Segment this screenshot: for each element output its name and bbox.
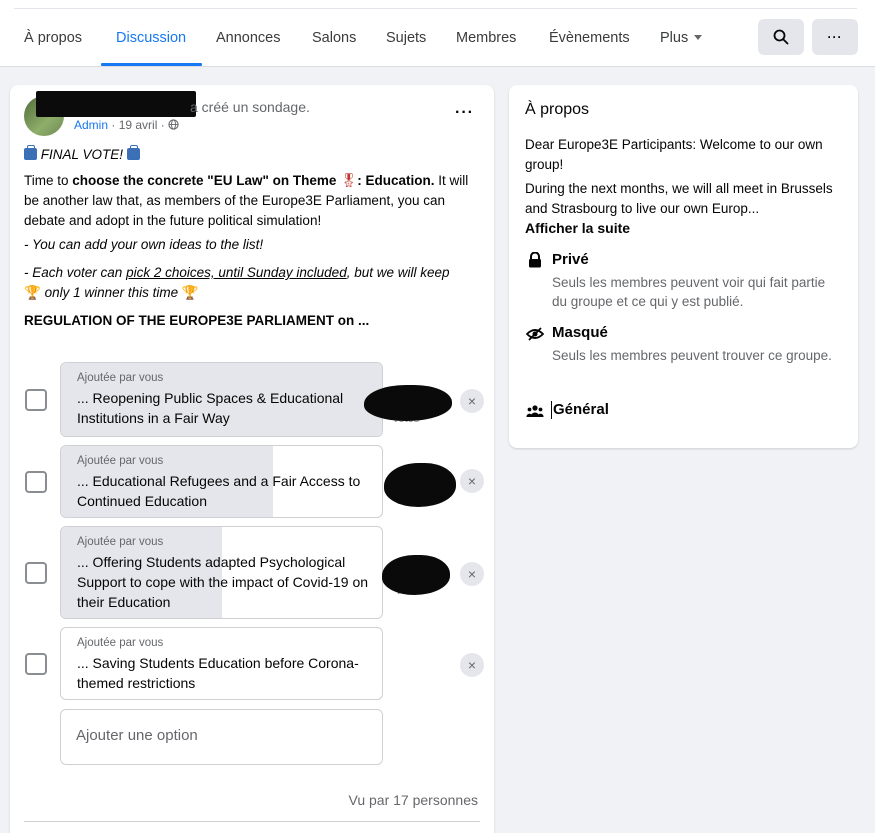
more-options-button[interactable]: ··· bbox=[812, 19, 858, 55]
final-vote-line: FINAL VOTE! bbox=[24, 145, 486, 165]
regulation-heading: REGULATION OF THE EUROPE3E PARLIAMENT on… bbox=[24, 313, 370, 328]
tab-salons[interactable]: Salons bbox=[312, 30, 356, 46]
remove-option-button[interactable]: × bbox=[460, 469, 484, 493]
final-vote-text: FINAL VOTE! bbox=[40, 147, 124, 162]
search-icon bbox=[773, 29, 789, 45]
search-button[interactable] bbox=[758, 19, 804, 55]
poll-option-label: ... Educational Refugees and a Fair Acce… bbox=[77, 473, 361, 509]
close-icon: × bbox=[467, 657, 477, 673]
poll-checkbox[interactable] bbox=[25, 653, 47, 675]
category-title: Général bbox=[553, 401, 609, 418]
poll-option-added-by: Ajoutée par vous bbox=[77, 637, 164, 649]
about-description-2: During the next months, we will all meet… bbox=[525, 181, 833, 216]
remove-option-button[interactable]: × bbox=[460, 562, 484, 586]
poll-option-label: ... Reopening Public Spaces & Educationa… bbox=[77, 390, 344, 426]
poll-option-label: ... Offering Students adapted Psychologi… bbox=[77, 554, 369, 610]
intro-bold-text: choose the concrete "EU Law" on Theme bbox=[72, 173, 337, 188]
visibility-description: Seuls les membres peuvent trouver ce gro… bbox=[552, 348, 832, 363]
post-options-button[interactable]: ··· bbox=[455, 104, 474, 122]
poll-checkbox[interactable] bbox=[25, 562, 47, 584]
redacted-voter-avatars bbox=[384, 463, 456, 507]
about-description-1: Dear Europe3E Participants: Welcome to o… bbox=[525, 137, 823, 172]
caret-down-icon bbox=[694, 35, 703, 40]
seen-by-count[interactable]: Vu par 17 personnes bbox=[349, 792, 478, 808]
header-divider bbox=[14, 8, 857, 9]
bullet-pick-choices: - Each voter can pick 2 choices, until S… bbox=[24, 263, 486, 303]
bullet-add-ideas: - You can add your own ideas to the list… bbox=[24, 237, 264, 252]
poll-option[interactable]: Ajoutée par vous ... Reopening Public Sp… bbox=[60, 362, 383, 437]
bullet2-underlined: pick 2 choices, until Sunday included bbox=[126, 265, 347, 280]
tab-discussion[interactable]: Discussion bbox=[116, 30, 186, 46]
tab-membres[interactable]: Membres bbox=[456, 30, 516, 46]
trophy-icon: 🏆 bbox=[24, 285, 41, 300]
bullet2-winner-text: only 1 winner this time bbox=[44, 285, 179, 300]
poll-option[interactable]: Ajoutée par vous ... Educational Refugee… bbox=[60, 445, 383, 518]
poll-option[interactable]: Ajoutée par vous ... Saving Students Edu… bbox=[60, 627, 383, 700]
people-icon bbox=[525, 401, 545, 421]
tab-evenements[interactable]: Évènements bbox=[549, 30, 630, 46]
briefcase-icon bbox=[126, 145, 140, 160]
add-option-field[interactable] bbox=[60, 709, 383, 765]
visibility-title: Masqué bbox=[552, 324, 608, 341]
eye-off-icon bbox=[525, 324, 545, 344]
lock-icon bbox=[525, 250, 545, 270]
more-options-label: ··· bbox=[827, 30, 843, 44]
poll-checkbox[interactable] bbox=[25, 471, 47, 493]
poll-option-added-by: Ajoutée par vous bbox=[77, 372, 164, 384]
poll-option-added-by: Ajoutée par vous bbox=[77, 455, 164, 467]
tab-plus-label: Plus bbox=[660, 30, 689, 46]
post-paragraph-intro: Time to choose the concrete "EU Law" on … bbox=[24, 171, 486, 231]
post-meta: Admin · 19 avril · bbox=[74, 118, 179, 132]
tab-a-propos[interactable]: À propos bbox=[24, 30, 82, 46]
text-cursor bbox=[551, 401, 552, 419]
author-role-badge[interactable]: Admin bbox=[74, 118, 108, 132]
group-tab-bar: À propos Discussion Annonces Salons Suje… bbox=[0, 0, 875, 67]
bullet2-text: - Each voter can bbox=[24, 265, 127, 280]
poll-option[interactable]: Ajoutée par vous ... Offering Students a… bbox=[60, 526, 383, 619]
redacted-author-name bbox=[36, 91, 196, 117]
meta-separator: · bbox=[160, 118, 165, 132]
meta-separator: · bbox=[111, 118, 116, 132]
medal-icon: 🎖 bbox=[340, 173, 358, 188]
post-date[interactable]: 19 avril bbox=[119, 118, 158, 132]
about-title: À propos bbox=[525, 101, 590, 118]
redacted-voter-avatars bbox=[382, 555, 450, 595]
tab-sujets[interactable]: Sujets bbox=[386, 30, 426, 46]
privacy-title: Privé bbox=[552, 251, 589, 268]
intro-theme-text: : Education. bbox=[357, 173, 435, 188]
active-tab-indicator bbox=[101, 63, 202, 66]
remove-option-button[interactable]: × bbox=[460, 389, 484, 413]
tab-plus[interactable]: Plus bbox=[660, 30, 703, 46]
post-footer-divider bbox=[24, 821, 480, 822]
tab-annonces[interactable]: Annonces bbox=[216, 30, 281, 46]
see-more-link[interactable]: Afficher la suite bbox=[525, 220, 630, 236]
about-card: À propos Dear Europe3E Participants: Wel… bbox=[509, 85, 858, 448]
globe-icon bbox=[168, 119, 179, 130]
add-option-input[interactable] bbox=[76, 727, 366, 744]
privacy-description: Seuls les membres peuvent voir qui fait … bbox=[552, 275, 826, 309]
briefcase-icon bbox=[24, 145, 37, 160]
close-icon: × bbox=[467, 473, 477, 489]
post-action-text: a créé un sondage. bbox=[190, 99, 310, 115]
bullet2-text-cont: , but we will keep bbox=[346, 265, 450, 280]
poll-post-card: a créé un sondage. Admin · 19 avril · ··… bbox=[10, 85, 494, 833]
poll-checkbox[interactable] bbox=[25, 389, 47, 411]
trophy-icon: 🏆 bbox=[181, 285, 199, 300]
poll-option-label: ... Saving Students Education before Cor… bbox=[77, 655, 359, 691]
close-icon: × bbox=[467, 566, 477, 582]
remove-option-button[interactable]: × bbox=[460, 653, 484, 677]
poll-option-added-by: Ajoutée par vous bbox=[77, 536, 164, 548]
redacted-voter-avatars bbox=[364, 385, 452, 421]
close-icon: × bbox=[467, 393, 477, 409]
intro-text: Time to bbox=[24, 173, 73, 188]
